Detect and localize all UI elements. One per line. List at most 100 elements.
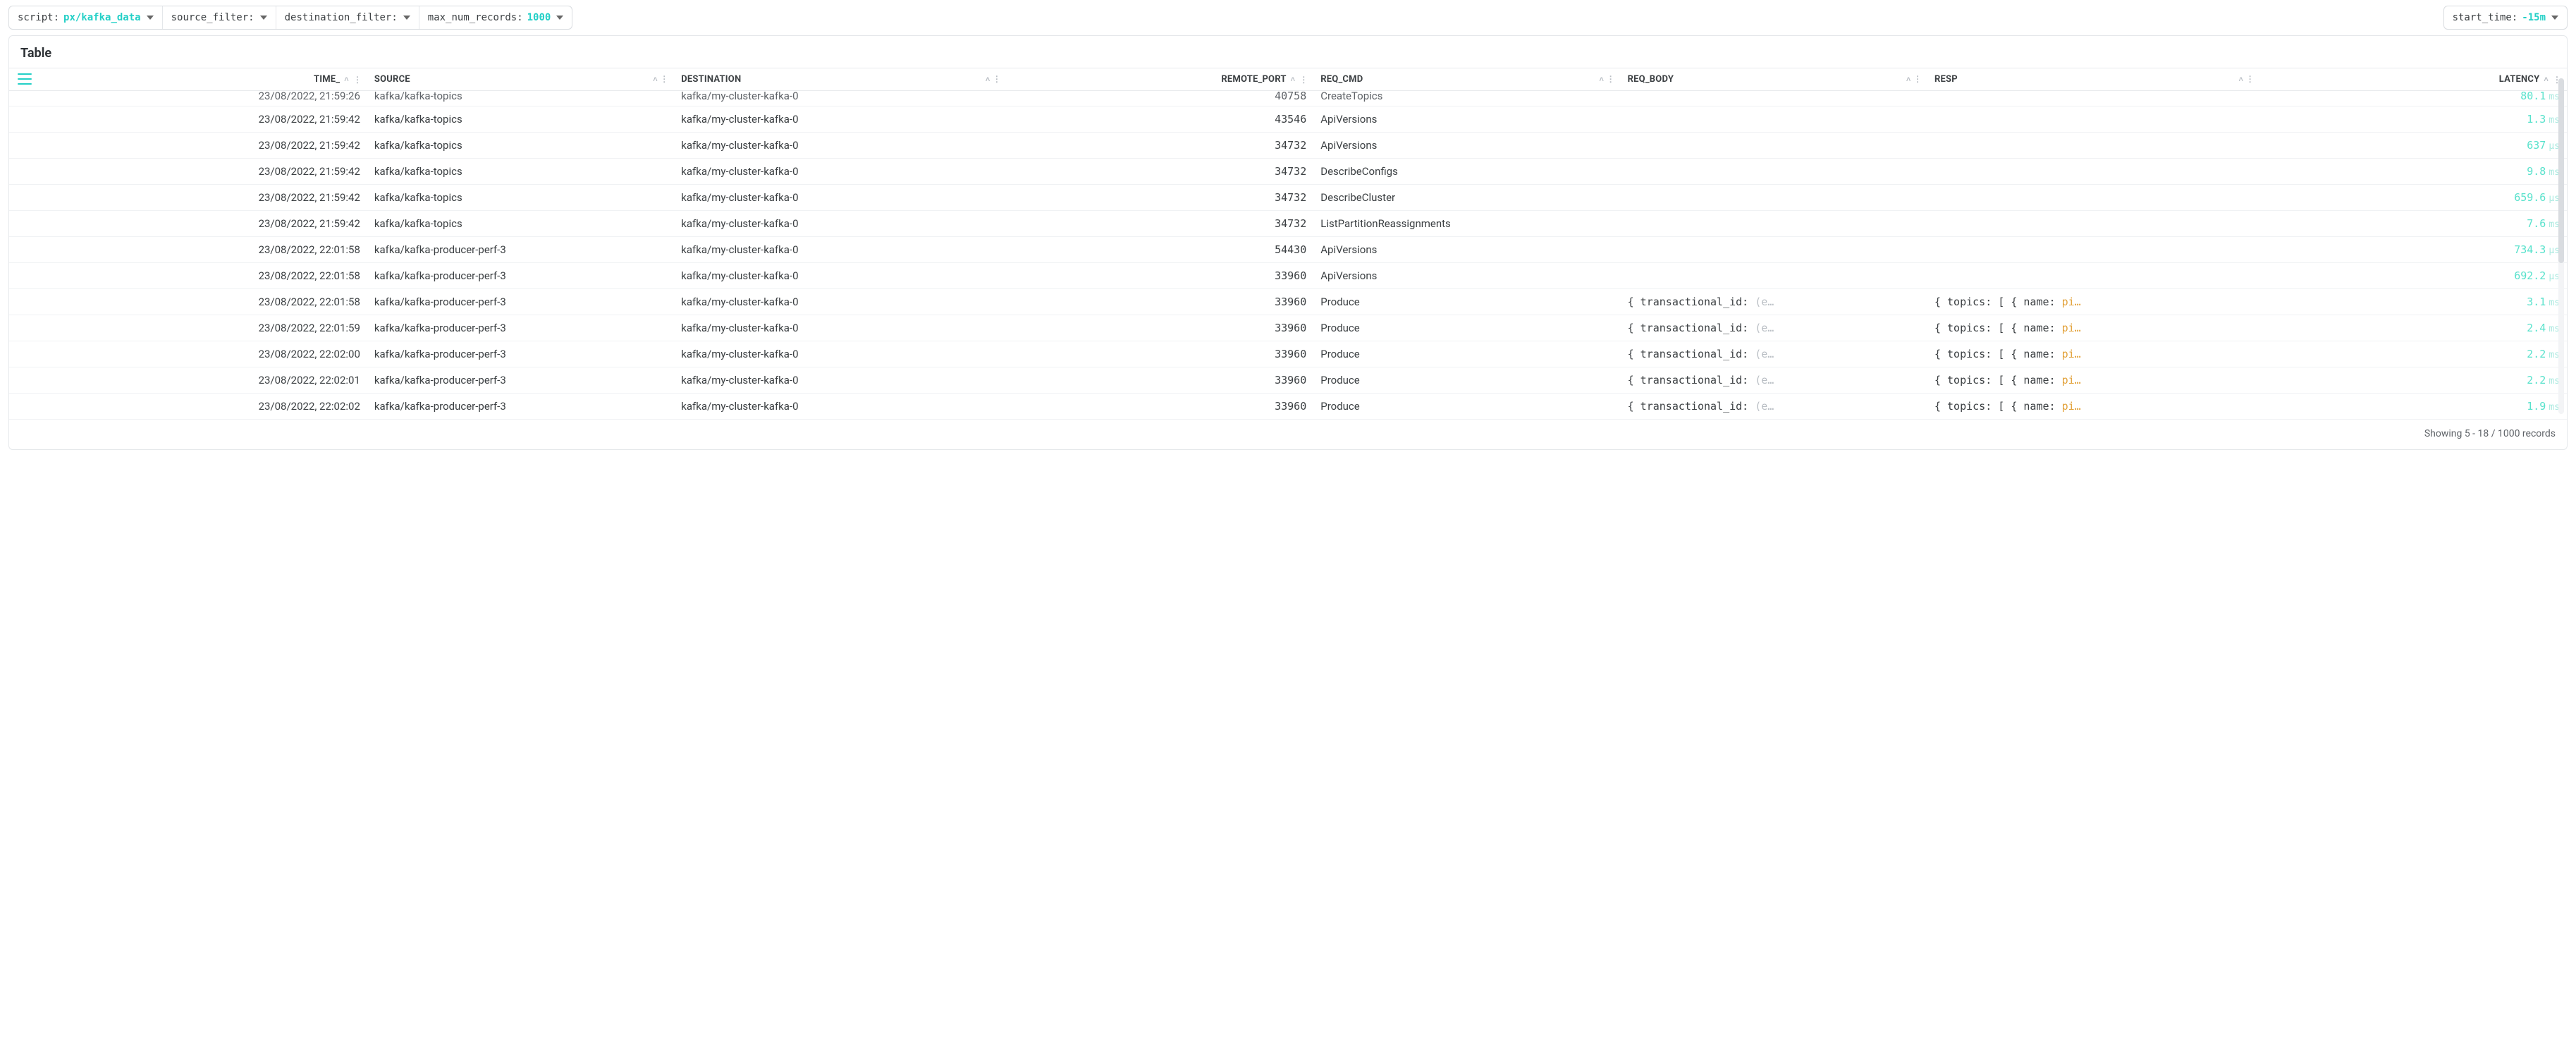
cell-time: 23/08/2022, 21:59:26 [9, 91, 367, 106]
col-header-remote-port-label: REMOTE_PORT [1221, 74, 1286, 85]
cell-source: kafka/kafka-producer-perf-3 [367, 367, 674, 394]
cell-req-cmd: ApiVersions [1313, 133, 1620, 159]
table-row[interactable]: 23/08/2022, 22:01:59kafka/kafka-producer… [9, 315, 2567, 341]
cell-resp [1927, 185, 2260, 211]
cell-destination: kafka/my-cluster-kafka-0 [674, 263, 1007, 289]
col-header-source[interactable]: SOURCE ˄ ⋮ [367, 68, 674, 91]
cell-req-body [1621, 211, 1927, 237]
right-control-group: start_time: -15m [2443, 6, 2568, 30]
destination-filter-label: destination_filter: [285, 12, 398, 23]
sort-asc-icon[interactable]: ˄ [1906, 75, 1911, 84]
cell-time: 23/08/2022, 22:02:01 [9, 367, 367, 394]
table-row[interactable]: 23/08/2022, 22:01:58kafka/kafka-producer… [9, 263, 2567, 289]
start-time-label: start_time: [2453, 12, 2518, 23]
script-value: px/kafka_data [63, 12, 141, 23]
cell-req-body: { transactional_id: (e… [1621, 394, 1927, 420]
col-header-resp-label: RESP [1934, 74, 1958, 85]
col-header-req-body[interactable]: REQ_BODY ˄ ⋮ [1621, 68, 1927, 91]
cell-latency: 734.3µs [2260, 237, 2567, 263]
cell-resp [1927, 106, 2260, 133]
cell-source: kafka/kafka-producer-perf-3 [367, 237, 674, 263]
cell-resp [1927, 263, 2260, 289]
cell-destination: kafka/my-cluster-kafka-0 [674, 159, 1007, 185]
col-header-destination-label: DESTINATION [681, 74, 741, 85]
cell-source: kafka/kafka-producer-perf-3 [367, 289, 674, 315]
table-row[interactable]: 23/08/2022, 21:59:42kafka/kafka-topicska… [9, 159, 2567, 185]
column-menu-icon[interactable]: ⋮ [2246, 74, 2253, 84]
cell-time: 23/08/2022, 22:02:00 [9, 341, 367, 367]
cell-resp: { topics: [ { name: pi… [1927, 315, 2260, 341]
cell-req-cmd: Produce [1313, 394, 1620, 420]
sort-asc-icon[interactable]: ˄ [2544, 75, 2549, 83]
column-menu-icon[interactable]: ⋮ [1607, 74, 1614, 84]
cell-resp [1927, 91, 2260, 106]
cell-req-body: { transactional_id: (e… [1621, 367, 1927, 394]
cell-remote-port: 34732 [1007, 185, 1313, 211]
cell-latency: 2.2ms [2260, 367, 2567, 394]
cell-remote-port: 34732 [1007, 133, 1313, 159]
cell-time: 23/08/2022, 21:59:42 [9, 106, 367, 133]
col-header-time[interactable]: TIME_ ˄ ⋮ [9, 68, 367, 91]
chevron-down-icon [147, 16, 154, 20]
sort-asc-icon[interactable]: ˄ [1600, 75, 1605, 84]
sort-asc-icon[interactable]: ˄ [344, 75, 349, 83]
column-menu-icon[interactable]: ⋮ [660, 74, 667, 84]
cell-latency: 2.4ms [2260, 315, 2567, 341]
cell-time: 23/08/2022, 21:59:42 [9, 185, 367, 211]
cell-remote-port: 33960 [1007, 289, 1313, 315]
table-scroll[interactable]: TIME_ ˄ ⋮ SOURCE ˄ ⋮ [9, 68, 2567, 420]
hamburger-icon[interactable] [18, 73, 32, 85]
sort-asc-icon[interactable]: ˄ [1291, 75, 1296, 83]
cell-remote-port: 34732 [1007, 211, 1313, 237]
cell-time: 23/08/2022, 22:02:02 [9, 394, 367, 420]
cell-req-body [1621, 263, 1927, 289]
table-row[interactable]: 23/08/2022, 21:59:42kafka/kafka-topicska… [9, 133, 2567, 159]
col-header-resp[interactable]: RESP ˄ ⋮ [1927, 68, 2260, 91]
col-header-latency[interactable]: LATENCY ˄ ⋮ [2260, 68, 2567, 91]
cell-remote-port: 34732 [1007, 159, 1313, 185]
cell-req-cmd: Produce [1313, 289, 1620, 315]
max-records-selector[interactable]: max_num_records: 1000 [419, 6, 572, 29]
table-row[interactable]: 23/08/2022, 22:02:01kafka/kafka-producer… [9, 367, 2567, 394]
col-header-remote-port[interactable]: REMOTE_PORT ˄ ⋮ [1007, 68, 1313, 91]
col-header-req-cmd[interactable]: REQ_CMD ˄ ⋮ [1313, 68, 1620, 91]
cell-destination: kafka/my-cluster-kafka-0 [674, 289, 1007, 315]
table-row[interactable]: 23/08/2022, 21:59:42kafka/kafka-topicska… [9, 211, 2567, 237]
cell-resp: { topics: [ { name: pi… [1927, 394, 2260, 420]
source-filter-selector[interactable]: source_filter: [163, 6, 276, 29]
script-selector[interactable]: script: px/kafka_data [9, 6, 163, 29]
destination-filter-selector[interactable]: destination_filter: [276, 6, 419, 29]
sort-asc-icon[interactable]: ˄ [986, 75, 990, 84]
table-row[interactable]: 23/08/2022, 21:59:26kafka/kafka-topicska… [9, 91, 2567, 106]
cell-source: kafka/kafka-topics [367, 133, 674, 159]
cell-resp [1927, 237, 2260, 263]
table-row[interactable]: 23/08/2022, 21:59:42kafka/kafka-topicska… [9, 106, 2567, 133]
table-row[interactable]: 23/08/2022, 22:01:58kafka/kafka-producer… [9, 237, 2567, 263]
cell-destination: kafka/my-cluster-kafka-0 [674, 91, 1007, 106]
start-time-selector[interactable]: start_time: -15m [2444, 6, 2567, 29]
panel-title: Table [9, 36, 2567, 68]
cell-latency: 637µs [2260, 133, 2567, 159]
cell-destination: kafka/my-cluster-kafka-0 [674, 106, 1007, 133]
table-row[interactable]: 23/08/2022, 22:01:58kafka/kafka-producer… [9, 289, 2567, 315]
column-menu-icon[interactable]: ⋮ [1913, 74, 1920, 84]
column-menu-icon[interactable]: ⋮ [993, 74, 1000, 84]
cell-req-body: { transactional_id: (e… [1621, 341, 1927, 367]
col-header-latency-label: LATENCY [2499, 74, 2540, 85]
col-header-destination[interactable]: DESTINATION ˄ ⋮ [674, 68, 1007, 91]
cell-source: kafka/kafka-topics [367, 91, 674, 106]
cell-time: 23/08/2022, 21:59:42 [9, 133, 367, 159]
cell-destination: kafka/my-cluster-kafka-0 [674, 185, 1007, 211]
table-row[interactable]: 23/08/2022, 22:02:00kafka/kafka-producer… [9, 341, 2567, 367]
cell-destination: kafka/my-cluster-kafka-0 [674, 341, 1007, 367]
column-menu-icon[interactable]: ⋮ [353, 75, 360, 84]
chevron-down-icon [2551, 16, 2558, 20]
sort-asc-icon[interactable]: ˄ [653, 75, 658, 84]
table-row[interactable]: 23/08/2022, 21:59:42kafka/kafka-topicska… [9, 185, 2567, 211]
table-footer: Showing 5 - 18 / 1000 records [9, 420, 2567, 449]
column-menu-icon[interactable]: ⋮ [1299, 75, 1306, 84]
chevron-down-icon [260, 16, 267, 20]
column-menu-icon[interactable]: ⋮ [2553, 75, 2560, 84]
table-row[interactable]: 23/08/2022, 22:02:02kafka/kafka-producer… [9, 394, 2567, 420]
sort-asc-icon[interactable]: ˄ [2239, 75, 2244, 84]
